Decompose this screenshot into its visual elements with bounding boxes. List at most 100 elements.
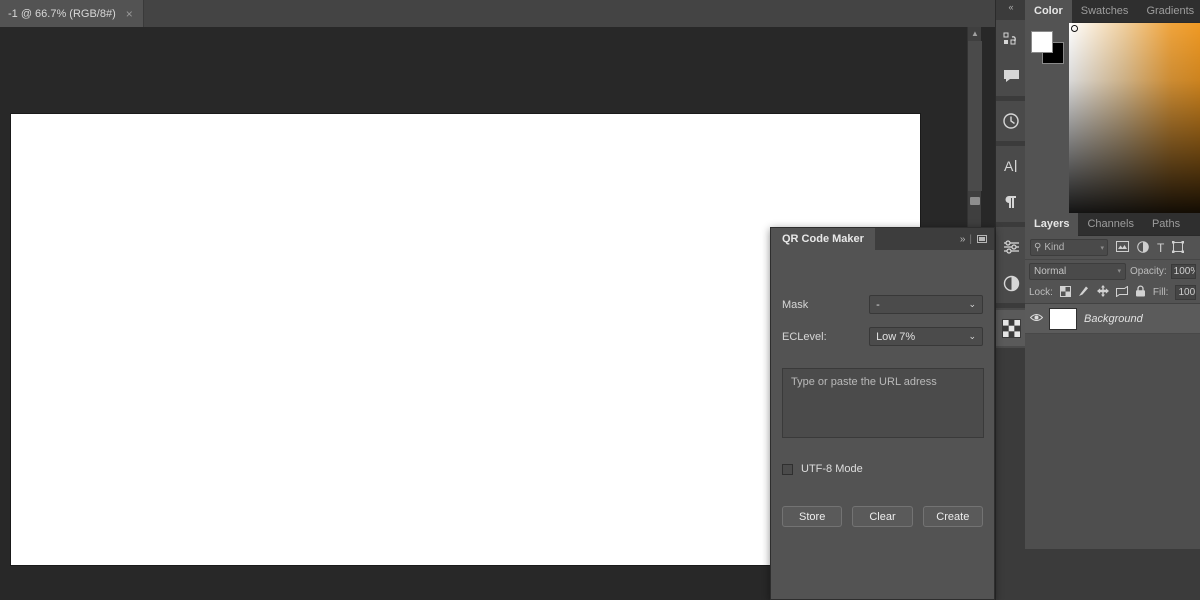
blend-mode-select[interactable]: Normal ▾ <box>1029 262 1126 280</box>
panel-title: QR Code Maker <box>782 233 864 245</box>
qr-button-row: Store Clear Create <box>782 506 983 527</box>
qr-panel-header: QR Code Maker » | <box>771 228 994 250</box>
chevron-down-icon: ⌄ <box>968 299 976 309</box>
mask-label: Mask <box>782 298 809 311</box>
libraries-icon <box>1003 32 1016 45</box>
panel-icon-rail: « A <box>995 0 1026 600</box>
tab-paths[interactable]: Paths <box>1143 213 1189 236</box>
color-field-picker[interactable] <box>1069 23 1200 213</box>
close-icon[interactable]: × <box>126 8 133 20</box>
styles-icon <box>1003 275 1019 291</box>
photoshop-window: -1 @ 66.7% (RGB/8#) × ▲ « A Color Swatch… <box>0 0 1200 600</box>
qr-code-icon <box>1001 318 1021 338</box>
comments-icon <box>1003 69 1019 82</box>
layer-thumbnail[interactable] <box>1049 307 1077 330</box>
scroll-up-icon[interactable]: ▲ <box>968 27 982 41</box>
layer-list: Background <box>1025 304 1200 549</box>
chevron-down-icon: ▾ <box>1100 244 1104 252</box>
opacity-input[interactable]: 100% <box>1170 263 1196 279</box>
lock-transparency-icon[interactable] <box>1059 285 1071 300</box>
right-panel-column: Color Swatches Gradients Patt Layers Cha… <box>1025 0 1200 600</box>
utf8-checkbox[interactable] <box>782 463 793 475</box>
rail-group-qr <box>996 308 1026 348</box>
character-icon: A <box>1004 158 1016 174</box>
rail-item-adjustments[interactable] <box>996 229 1026 265</box>
rail-group-adjustments <box>996 227 1025 303</box>
lock-image-icon[interactable] <box>1078 285 1090 300</box>
chevron-down-icon: ▾ <box>1117 268 1121 275</box>
table-row[interactable]: Background <box>1025 304 1200 334</box>
blend-mode-value: Normal <box>1034 265 1067 277</box>
rail-item-comments[interactable] <box>996 58 1026 94</box>
layer-list-empty-area <box>1025 334 1200 549</box>
rail-item-history[interactable] <box>996 103 1026 139</box>
create-button[interactable]: Create <box>922 506 983 527</box>
tab-channels[interactable]: Channels <box>1078 213 1142 236</box>
eclevel-value: Low 7% <box>876 330 916 343</box>
document-tab[interactable]: -1 @ 66.7% (RGB/8#) × <box>0 0 144 27</box>
tab-layers[interactable]: Layers <box>1025 213 1079 236</box>
layer-name: Background <box>1084 312 1143 325</box>
opacity-label: Opacity: <box>1129 265 1167 277</box>
filter-pixel-icon[interactable] <box>1116 241 1129 254</box>
rail-item-qr-code-maker[interactable] <box>996 310 1026 346</box>
store-button[interactable]: Store <box>782 506 843 527</box>
rail-item-character[interactable]: A <box>996 148 1026 184</box>
qr-panel-title-tab[interactable]: QR Code Maker <box>771 228 875 250</box>
filter-adjustment-icon[interactable] <box>1137 240 1149 255</box>
blend-mode-row: Normal ▾ Opacity: 100% <box>1025 260 1200 282</box>
rail-item-styles[interactable] <box>996 265 1026 301</box>
qr-panel-header-controls: » | <box>960 234 994 245</box>
eclevel-field-row: ECLevel: Low 7% ⌄ <box>782 327 983 346</box>
lock-controls-row: Lock: Fill: 100% <box>1025 282 1200 304</box>
rail-item-libraries[interactable] <box>996 22 1026 58</box>
color-swatch-area <box>1025 23 1069 213</box>
foreground-color-swatch[interactable] <box>1031 31 1053 53</box>
color-panel-tabs: Color Swatches Gradients Patt <box>1025 0 1200 23</box>
history-icon <box>1003 113 1019 129</box>
paragraph-icon <box>1005 196 1016 208</box>
tab-gradients[interactable]: Gradients <box>1137 0 1200 23</box>
collapse-panel-icon[interactable]: » <box>960 234 965 245</box>
svg-text:A: A <box>1004 158 1014 174</box>
clear-button[interactable]: Clear <box>852 506 913 527</box>
lock-label: Lock: <box>1029 287 1053 298</box>
eclevel-select[interactable]: Low 7% ⌄ <box>869 327 983 346</box>
document-tab-bar: -1 @ 66.7% (RGB/8#) × <box>0 0 995 27</box>
rail-group-history <box>996 101 1025 141</box>
eye-icon[interactable] <box>1029 313 1044 325</box>
scrollbar-thumb[interactable] <box>970 197 980 205</box>
header-divider: | <box>969 233 972 245</box>
mask-select[interactable]: - ⌄ <box>869 295 983 314</box>
rail-group-type: A <box>996 146 1025 222</box>
url-input[interactable] <box>782 368 984 438</box>
lock-all-icon[interactable] <box>1135 285 1146 300</box>
tab-color[interactable]: Color <box>1025 0 1072 23</box>
mask-field-row: Mask - ⌄ <box>782 295 983 314</box>
search-icon: ⚲ <box>1034 242 1042 253</box>
rail-collapse-button[interactable]: « <box>996 0 1025 14</box>
layer-kind-filter[interactable]: ⚲ Kind ▾ <box>1030 239 1108 256</box>
color-panel-body <box>1025 23 1200 213</box>
lock-artboard-icon[interactable] <box>1115 285 1128 300</box>
layer-kind-label: Kind <box>1044 242 1065 253</box>
filter-type-icon[interactable]: T <box>1157 242 1164 254</box>
layer-filter-icons: T <box>1116 240 1185 255</box>
rail-group-libraries <box>996 20 1025 96</box>
scrollbar-track[interactable] <box>968 41 982 191</box>
rail-item-paragraph[interactable] <box>996 184 1026 220</box>
qr-panel-body: Mask - ⌄ ECLevel: Low 7% ⌄ UTF-8 Mode <box>771 250 994 527</box>
fill-input[interactable]: 100% <box>1175 285 1196 300</box>
qr-code-maker-panel: QR Code Maker » | Mask - ⌄ ECLevel: Low … <box>770 227 995 600</box>
layers-panel-tabs: Layers Channels Paths <box>1025 213 1200 236</box>
panel-menu-icon[interactable] <box>977 235 987 243</box>
utf8-mode-row: UTF-8 Mode <box>782 463 983 475</box>
lock-position-icon[interactable] <box>1096 285 1109 300</box>
filter-shape-icon[interactable] <box>1172 240 1185 255</box>
utf8-label: UTF-8 Mode <box>801 463 863 475</box>
color-field-marker[interactable] <box>1071 25 1079 32</box>
adjustments-icon <box>1003 240 1019 254</box>
mask-value: - <box>876 298 880 311</box>
eclevel-label: ECLevel: <box>782 330 827 343</box>
tab-swatches[interactable]: Swatches <box>1072 0 1138 23</box>
